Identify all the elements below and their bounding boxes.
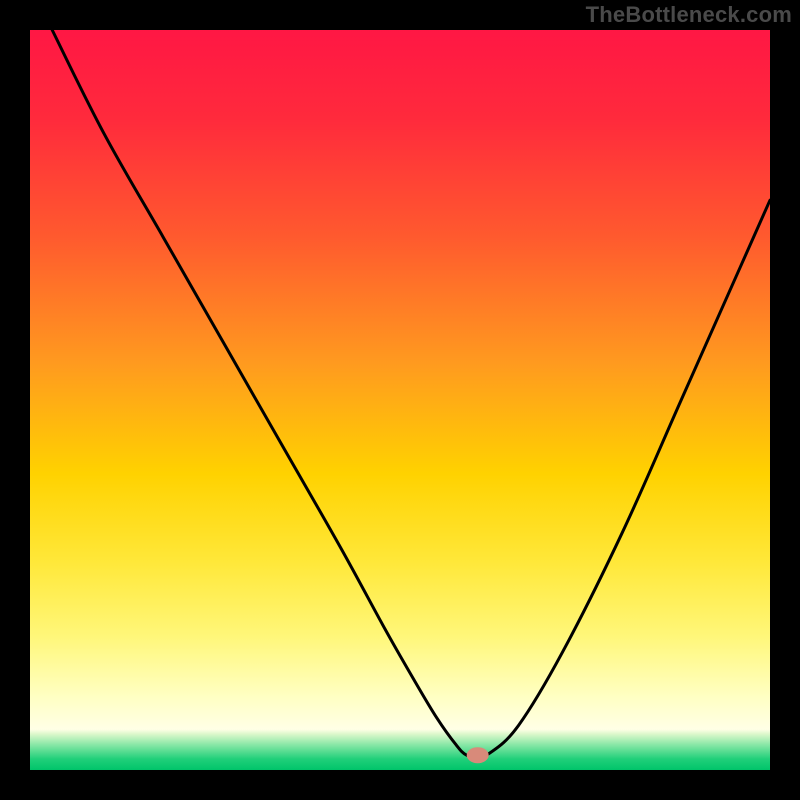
watermark-text: TheBottleneck.com	[586, 2, 792, 28]
bottleneck-chart	[0, 0, 800, 800]
chart-container: TheBottleneck.com	[0, 0, 800, 800]
optimal-marker	[467, 747, 489, 763]
plot-background	[30, 30, 770, 770]
